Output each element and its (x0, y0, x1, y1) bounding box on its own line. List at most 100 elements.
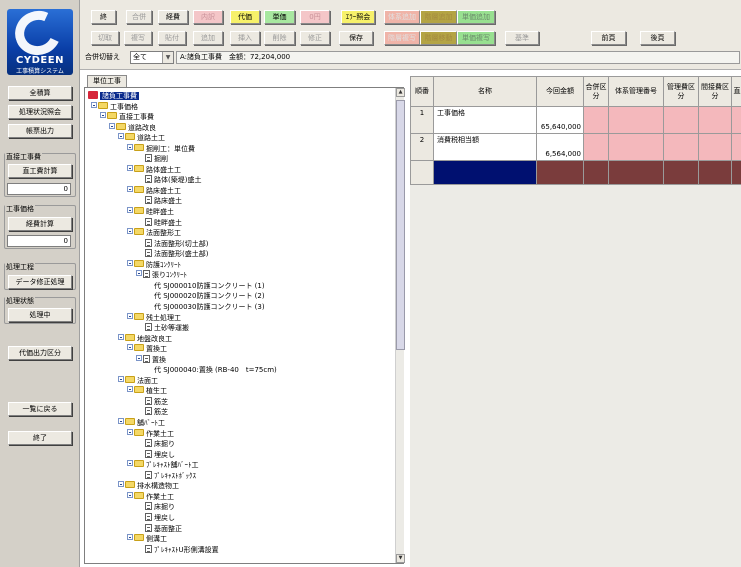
tree-node[interactable]: 埋戻し (136, 450, 175, 460)
tree-node[interactable]: 畦畔盛土 (136, 218, 182, 228)
tree-node[interactable]: 掘削工：単位費 (127, 144, 195, 154)
row3-direct[interactable] (732, 161, 741, 185)
row3-system-no[interactable] (609, 161, 664, 185)
tree-node[interactable]: 代 SJ000030防護コンクリート (3) (145, 302, 265, 312)
expand-toggle-icon[interactable] (118, 376, 124, 382)
tree-node[interactable]: 埋戻し (136, 513, 175, 523)
end-button[interactable]: 終 (91, 10, 116, 24)
row1-direct[interactable] (732, 107, 741, 134)
next-page-button[interactable]: 後頁 (640, 31, 675, 45)
expand-toggle-icon[interactable] (118, 481, 124, 487)
tree-node[interactable]: 基面整正 (136, 524, 182, 534)
expand-toggle-icon[interactable] (118, 418, 124, 424)
row3-indirect[interactable] (699, 161, 732, 185)
back-to-list-button[interactable]: 一覧に戻る (8, 402, 72, 416)
standard-button[interactable]: 基準 (505, 31, 539, 45)
tree-node[interactable]: ﾌﾟﾚｷｬｽﾄU形側溝設置 (136, 545, 219, 555)
tree-node[interactable]: 置換工 (127, 344, 167, 354)
zero-yen-button[interactable]: 0円 (300, 10, 330, 24)
tree-node[interactable]: 防護ｺﾝｸﾘｰﾄ (127, 260, 181, 270)
tree-node[interactable]: 道路土工 (118, 133, 165, 143)
add-unit-price-button[interactable]: 単価追加 (457, 10, 495, 24)
tree-node[interactable]: 作業土工 (127, 492, 174, 502)
row2-mgmt[interactable] (664, 134, 699, 161)
error-inquiry-button[interactable]: ｴﾗｰ照会 (341, 10, 375, 24)
row1-system-no[interactable] (609, 107, 664, 134)
expand-toggle-icon[interactable] (100, 112, 106, 118)
expand-toggle-icon[interactable] (127, 186, 133, 192)
tree-node[interactable]: 法面整形(切土部) (136, 239, 208, 249)
tree-node[interactable]: 張りｺﾝｸﾘｰﾄ (136, 270, 187, 280)
row1-merge[interactable] (584, 107, 609, 134)
tree-node[interactable]: 床掘り (136, 502, 175, 512)
move-level-button[interactable]: 階層移動 (420, 31, 457, 45)
expand-toggle-icon[interactable] (127, 460, 133, 466)
unit-price-button[interactable]: 単価 (264, 10, 295, 24)
code-output-button[interactable]: 代価出力区分 (8, 346, 72, 360)
tree-root[interactable]: 諸負工事費 (88, 91, 139, 101)
processing-button[interactable]: 処理中 (8, 308, 72, 322)
work-tree[interactable]: 諸負工事費 工事価格 直接工事費 道路改良 道路土工 掘削工：単位費 掘削 路体盛土工 路体(… (84, 87, 404, 564)
prev-page-button[interactable]: 前頁 (591, 31, 626, 45)
data-fix-button[interactable]: データ修正処理 (8, 275, 72, 289)
scroll-thumb[interactable] (396, 100, 405, 350)
paste-button[interactable]: 貼付 (158, 31, 186, 45)
tree-node[interactable]: ﾌﾟﾚｷｬｽﾄ舗ﾊﾞｰﾄ工 (127, 460, 199, 470)
tree-node[interactable]: 法面工 (118, 376, 158, 386)
expand-toggle-icon[interactable] (127, 344, 133, 350)
all-estimate-button[interactable]: 全積算 (8, 86, 72, 100)
save-button[interactable]: 保存 (339, 31, 373, 45)
tree-scrollbar[interactable]: ▲ ▼ (395, 88, 405, 563)
expand-toggle-icon[interactable] (109, 123, 115, 129)
insert-button[interactable]: 挿入 (230, 31, 260, 45)
modify-button[interactable]: 修正 (300, 31, 330, 45)
tree-node[interactable]: ﾌﾟﾚｷｬｽﾄﾎﾞｯｸｽ (136, 471, 196, 481)
price-code-button[interactable]: 代価 (230, 10, 260, 24)
tree-node[interactable]: 路体盛土工 (127, 165, 181, 175)
expand-toggle-icon[interactable] (127, 165, 133, 171)
tree-node[interactable]: 排水構造物工 (118, 481, 179, 491)
tree-node[interactable]: 土砂等運搬 (136, 323, 189, 333)
row1-mgmt[interactable] (664, 107, 699, 134)
expand-toggle-icon[interactable] (118, 334, 124, 340)
row1-name[interactable]: 工事価格 (434, 107, 537, 134)
row2-indirect[interactable] (699, 134, 732, 161)
tree-node[interactable]: 路床盛土 (136, 196, 182, 206)
row3-name[interactable] (434, 161, 537, 185)
expand-toggle-icon[interactable] (91, 102, 97, 108)
tree-node[interactable]: 植生工 (127, 386, 167, 396)
tree-node[interactable]: 直接工事費 (100, 112, 154, 122)
tree-node[interactable]: 法面整形工 (127, 228, 181, 238)
tree-node[interactable]: 側溝工 (127, 534, 167, 544)
tree-node[interactable]: 置換 (136, 355, 166, 365)
tree-node[interactable]: 筋芝 (136, 397, 168, 407)
merge-switch-select[interactable]: 全て ▼ (130, 51, 174, 64)
expand-toggle-icon[interactable] (127, 492, 133, 498)
tree-node[interactable]: 路体(築堤)盛土 (136, 175, 201, 185)
tree-node[interactable]: 地盤改良工 (118, 334, 172, 344)
direct-cost-calc-button[interactable]: 直工費計算 (8, 164, 72, 178)
tree-node[interactable]: 掘削 (136, 154, 168, 164)
row2-name[interactable]: 消費税相当額 (434, 134, 537, 161)
tree-node[interactable]: 舗ﾊﾞｰﾄ工 (118, 418, 165, 428)
expand-toggle-icon[interactable] (127, 207, 133, 213)
expand-toggle-icon[interactable] (136, 355, 142, 361)
delete-button[interactable]: 削除 (264, 31, 295, 45)
expand-toggle-icon[interactable] (127, 386, 133, 392)
row2-system-no[interactable] (609, 134, 664, 161)
scroll-up-icon[interactable]: ▲ (396, 88, 405, 97)
breakdown-button[interactable]: 内訳 (193, 10, 223, 24)
row3-merge[interactable] (584, 161, 609, 185)
tree-node[interactable]: 代 SJ000020防護コンクリート (2) (145, 291, 265, 301)
report-output-button[interactable]: 帳票出力 (8, 124, 72, 138)
scroll-down-icon[interactable]: ▼ (396, 554, 405, 563)
add-system-button[interactable]: 体系追加 (384, 10, 420, 24)
tree-node[interactable]: 代 SJ000010防護コンクリート (1) (145, 281, 265, 291)
tree-node[interactable]: 路床盛土工 (127, 186, 181, 196)
expand-toggle-icon[interactable] (118, 133, 124, 139)
expense-calc-button[interactable]: 経費計算 (8, 217, 72, 231)
row3-mgmt[interactable] (664, 161, 699, 185)
tree-node[interactable]: 法面整形(盛土部) (136, 249, 208, 259)
tree-node[interactable]: 工事価格 (91, 102, 138, 112)
exit-button[interactable]: 終了 (8, 431, 72, 445)
